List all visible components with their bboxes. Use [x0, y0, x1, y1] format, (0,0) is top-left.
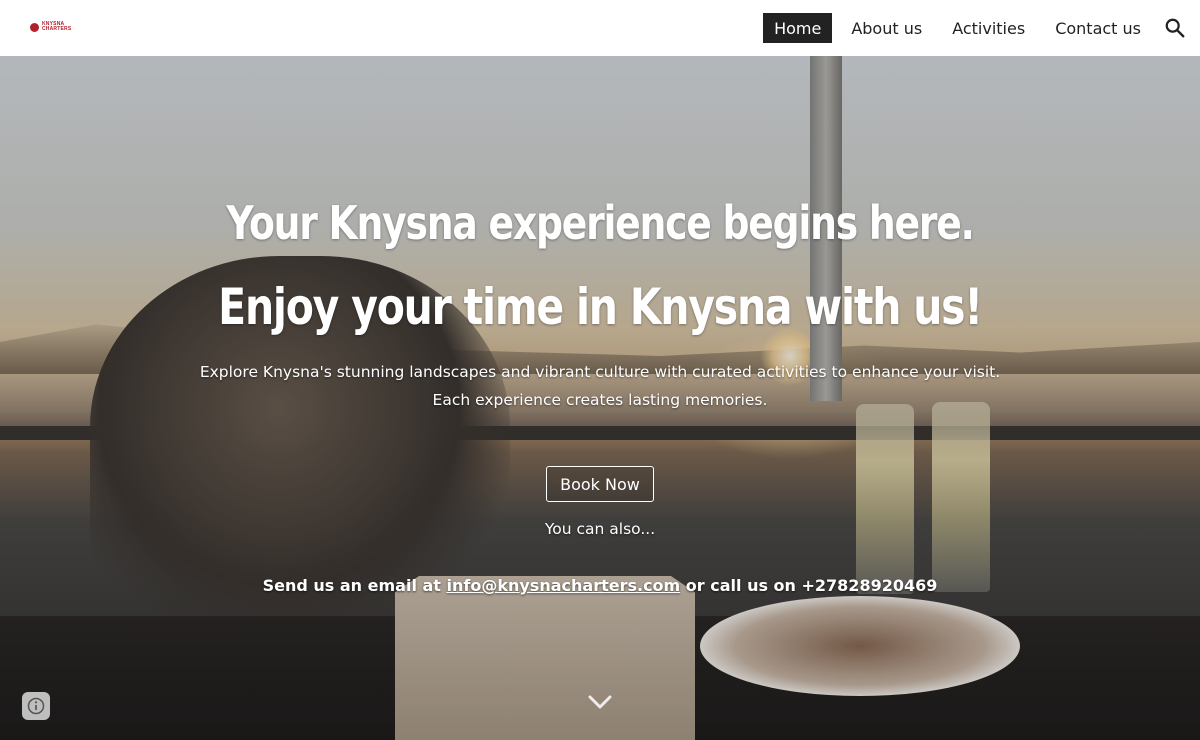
- search-icon[interactable]: [1164, 17, 1186, 39]
- logo-line-2: CHARTERS: [42, 26, 72, 32]
- contact-prefix: Send us an email at: [262, 576, 447, 595]
- hero-section: Your Knysna experience begins here. Enjo…: [0, 56, 1200, 740]
- main-nav: Home About us Activities Contact us: [763, 13, 1152, 43]
- nav-item-contact-us[interactable]: Contact us: [1044, 13, 1152, 43]
- info-icon: [27, 697, 45, 715]
- book-now-button[interactable]: Book Now: [546, 466, 654, 502]
- site-logo[interactable]: KNYSNA CHARTERS: [30, 22, 71, 32]
- chevron-down-icon[interactable]: [588, 694, 612, 710]
- site-header: KNYSNA CHARTERS Home About us Activities…: [0, 0, 1200, 56]
- nav-item-home[interactable]: Home: [763, 13, 833, 43]
- nav-item-about-us[interactable]: About us: [840, 13, 933, 43]
- phone-number: +27828920469: [801, 576, 938, 595]
- hero-title: Your Knysna experience begins here.: [226, 196, 975, 250]
- hero-description: Explore Knysna's stunning landscapes and…: [199, 363, 1001, 409]
- hero-content: Your Knysna experience begins here. Enjo…: [0, 56, 1200, 740]
- info-button[interactable]: [22, 692, 50, 720]
- logo-mark-icon: [30, 22, 39, 32]
- contact-line: Send us an email at info@knysnacharters.…: [0, 576, 1200, 595]
- contact-middle: or call us on: [680, 576, 802, 595]
- hero-subtitle: Enjoy your time in Knysna with us!: [218, 278, 983, 336]
- nav-item-activities[interactable]: Activities: [941, 13, 1036, 43]
- also-text: You can also...: [544, 520, 656, 538]
- email-link[interactable]: info@knysnacharters.com: [447, 576, 681, 595]
